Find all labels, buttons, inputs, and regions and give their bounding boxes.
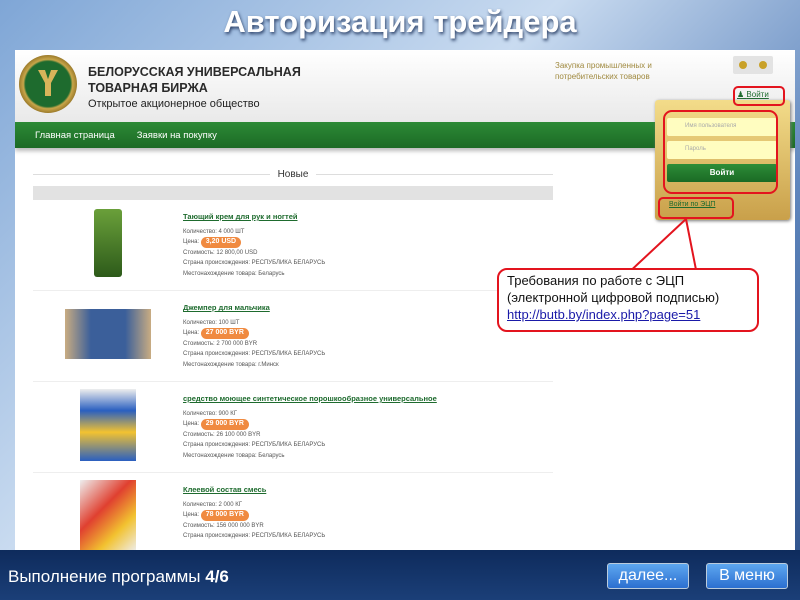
progress-indicator: Выполнение программы 4/6 [8,567,229,587]
next-button[interactable]: далее... [607,563,689,589]
callout-link[interactable]: http://butb.by/index.php?page=51 [507,307,700,322]
menu-button[interactable]: В меню [706,563,788,589]
callout-text: Требования по работе с ЭЦП (электронной … [507,273,720,305]
ecp-callout: Требования по работе с ЭЦП (электронной … [497,268,759,332]
progress-label: Выполнение программы [8,567,201,586]
progress-value: 4/6 [205,567,229,586]
